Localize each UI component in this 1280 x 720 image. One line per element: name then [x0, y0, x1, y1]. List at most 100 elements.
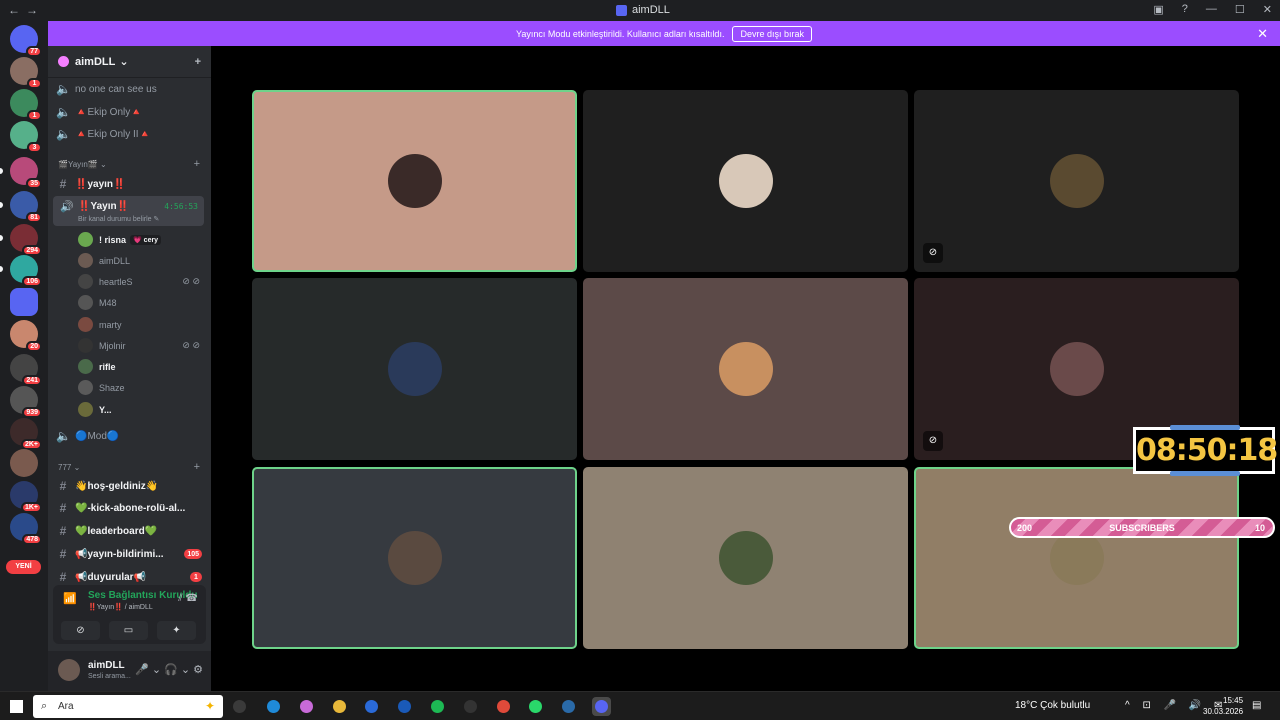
server-icon[interactable]: 294 — [10, 224, 42, 256]
start-button[interactable] — [10, 700, 23, 713]
maximize-button[interactable]: ☐ — [1235, 3, 1245, 16]
add-channel-icon[interactable]: + — [194, 461, 200, 473]
help-icon[interactable]: ? — [1182, 3, 1188, 16]
server-icon[interactable]: 3 — [10, 121, 42, 153]
voice-member[interactable]: Shaze — [78, 378, 204, 397]
server-icon[interactable]: 35 — [10, 157, 42, 189]
app7-app-icon[interactable] — [461, 697, 480, 716]
search-icon: ⌕ — [41, 700, 48, 712]
banner-close-icon[interactable]: ✕ — [1257, 26, 1268, 42]
forward-arrow-icon[interactable]: → — [26, 3, 44, 17]
close-window-button[interactable]: ✕ — [1263, 3, 1272, 16]
member-name: aimDLL — [99, 255, 131, 266]
app9-app-icon[interactable] — [526, 697, 545, 716]
voice-member[interactable]: ! risna 💗 cery — [78, 230, 204, 249]
channel-item[interactable]: 🔈 🔺Ekip Only II🔺 — [56, 124, 206, 144]
category-header[interactable]: 🎬Yayın🎬 ⌄ + — [58, 158, 204, 170]
app-glyph — [497, 700, 510, 713]
deafened-icon: ⊘ — [923, 431, 943, 451]
clock[interactable]: 15:45 30.03.2026 — [1203, 695, 1243, 717]
activities-button[interactable]: ✦ — [157, 621, 196, 640]
notification-icon[interactable]: ▤ — [1252, 700, 1261, 711]
discord-app-icon[interactable] — [592, 697, 611, 716]
channel-item[interactable]: # 💚leaderboard💚 — [56, 521, 206, 541]
edge-app-icon[interactable] — [264, 697, 283, 716]
screen-share-button[interactable]: ▭ — [109, 621, 148, 640]
channel-item[interactable]: # 📢yayın-bildirimi... 105 — [56, 544, 206, 564]
app10-app-icon[interactable] — [559, 697, 578, 716]
server-icon[interactable] — [10, 288, 38, 316]
server-icon[interactable]: 1K+ — [10, 481, 42, 513]
chrome-app-icon[interactable] — [494, 697, 513, 716]
participant-tile[interactable] — [583, 278, 908, 460]
channel-item[interactable]: 🔈 🔵Mod🔵 — [56, 426, 206, 446]
weather-widget[interactable]: 18°C Çok bulutlu — [1015, 700, 1090, 711]
camera-button[interactable]: ⊘ — [61, 621, 100, 640]
participant-tile[interactable]: ⊘ — [914, 90, 1239, 272]
category-header[interactable]: 777 ⌄ + — [58, 461, 204, 473]
nav-arrows[interactable]: ←→ — [8, 3, 44, 17]
voice-panel-icons[interactable]: ⫽ ☎ — [178, 593, 198, 604]
participant-tile[interactable] — [583, 90, 908, 272]
outlook-app-icon[interactable] — [395, 697, 414, 716]
server-icon[interactable]: 939 — [10, 386, 42, 418]
channel-item[interactable]: # 👋hoş-geldiniz👋 — [56, 476, 206, 496]
channel-status-prompt[interactable]: Bir kanal durumu belirle ✎ — [78, 215, 159, 223]
avatar — [1049, 154, 1104, 208]
active-voice-channel[interactable]: 🔊 ‼️Yayın‼️ 4:56:53 Bir kanal durumu bel… — [53, 196, 204, 226]
server-icon[interactable]: 81 — [10, 191, 42, 223]
minimize-button[interactable]: — — [1206, 3, 1217, 16]
new-servers-badge[interactable]: YENİ — [6, 560, 41, 574]
copilot-app-icon[interactable] — [297, 697, 316, 716]
channel-item[interactable]: # 💚-kick-abone-rolü-al... — [56, 498, 206, 518]
participant-tile[interactable] — [583, 467, 908, 649]
spotify-app-icon[interactable] — [428, 697, 447, 716]
avatar — [718, 531, 773, 585]
server-icon[interactable]: 77 — [10, 25, 42, 57]
inbox-icon[interactable]: ▣ — [1153, 3, 1163, 16]
avatar[interactable] — [58, 659, 80, 681]
server-icon[interactable]: 2K+ — [10, 418, 42, 450]
member-name: heartleS — [99, 276, 133, 287]
add-channel-icon[interactable]: + — [194, 158, 200, 170]
participant-tile[interactable] — [252, 467, 577, 649]
user-controls[interactable]: 🎤 ⌄ 🎧 ⌄ ⚙ — [135, 663, 203, 676]
text-channel-icon: # — [59, 177, 67, 191]
server-header[interactable]: aimDLL ⌄ + — [48, 46, 211, 78]
server-icon[interactable]: 106 — [10, 255, 42, 287]
server-icon[interactable]: 241 — [10, 354, 42, 386]
voice-member[interactable]: Mjolnir ⊘ ⊘ — [78, 336, 204, 355]
channel-label: 🔺Ekip Only II🔺 — [75, 128, 152, 140]
voice-member[interactable]: aimDLL — [78, 251, 204, 270]
voice-member[interactable]: rifle — [78, 357, 204, 376]
server-mention-badge: 81 — [26, 212, 42, 223]
channel-item[interactable]: 🔈 🔺Ekip Only🔺 — [56, 102, 206, 122]
text-channel-icon: # — [59, 547, 67, 561]
invite-people-icon[interactable]: + — [195, 56, 201, 68]
stream-timer: 08:50:18 — [1136, 433, 1278, 468]
voice-member[interactable]: M48 — [78, 293, 204, 312]
server-icon[interactable]: 1 — [10, 57, 42, 89]
signal-icon[interactable]: 📶 — [63, 592, 77, 605]
voice-member[interactable]: marty — [78, 315, 204, 334]
server-mention-badge: 77 — [26, 46, 42, 57]
participant-tile[interactable] — [252, 90, 577, 272]
channel-item[interactable]: # ‼️yayın‼️ — [56, 174, 206, 194]
participant-tile[interactable] — [914, 467, 1239, 649]
task-view-app-icon[interactable] — [230, 697, 249, 716]
taskbar-search[interactable]: ⌕ Ara ✦ — [33, 695, 223, 718]
voice-member[interactable]: Y... — [78, 400, 204, 419]
server-icon[interactable]: 1 — [10, 89, 42, 121]
disable-streamer-mode-button[interactable]: Devre dışı bırak — [732, 25, 812, 42]
server-icon[interactable] — [10, 449, 38, 477]
channel-item[interactable]: 🔈 no one can see us — [56, 79, 206, 99]
explorer-app-icon[interactable] — [330, 697, 349, 716]
voice-member[interactable]: heartleS ⊘ ⊘ — [78, 272, 204, 291]
store-app-icon[interactable] — [362, 697, 381, 716]
member-name: marty — [99, 319, 122, 330]
channel-item[interactable]: # 📢duyurular📢 1 — [56, 567, 206, 587]
server-icon[interactable]: 20 — [10, 320, 42, 352]
server-icon[interactable]: 478 — [10, 513, 42, 545]
participant-tile[interactable] — [252, 278, 577, 460]
back-arrow-icon[interactable]: ← — [8, 3, 26, 17]
